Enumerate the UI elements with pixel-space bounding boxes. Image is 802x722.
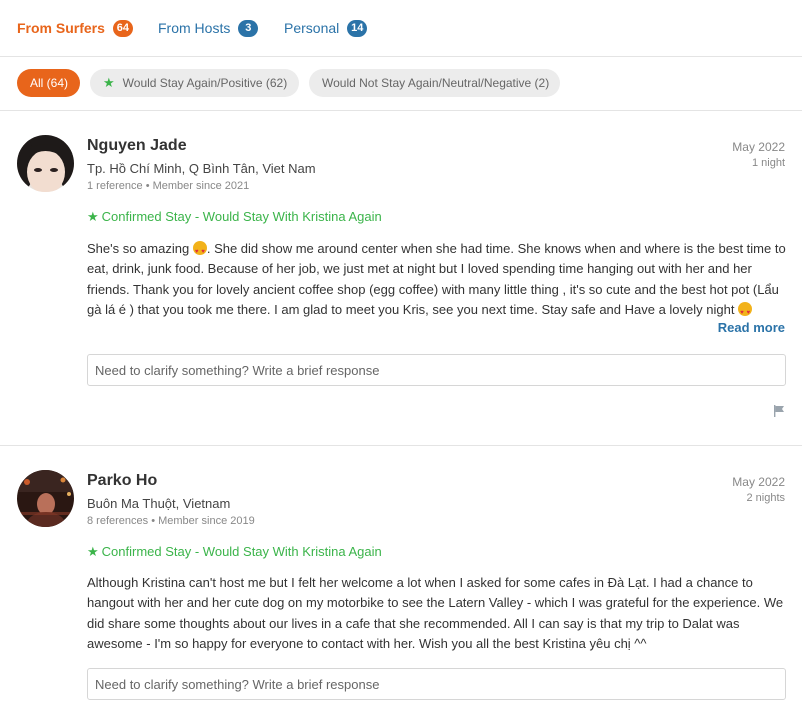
response-input[interactable] — [87, 668, 786, 700]
tab-count-badge: 64 — [112, 19, 133, 37]
tab-from-surfers[interactable]: From Surfers 64 — [17, 19, 133, 37]
filter-positive-button[interactable]: ★ Would Stay Again/Positive (62) — [90, 69, 299, 97]
avatar[interactable] — [17, 135, 74, 192]
member-meta: 8 references • Member since 2019 — [87, 515, 255, 527]
reference-text-part: She's so amazing — [87, 241, 190, 256]
star-icon: ★ — [87, 209, 99, 224]
reference-text: She's so amazing . She did show me aroun… — [87, 239, 790, 323]
confirmed-stay-text: Confirmed Stay - Would Stay With Kristin… — [101, 209, 382, 224]
reference-card: Parko Ho Buôn Ma Thuột, Vietnam 8 refere… — [0, 446, 802, 722]
reference-card: Nguyen Jade Tp. Hồ Chí Minh, Q Bình Tân,… — [0, 111, 802, 446]
member-meta: 1 reference • Member since 2021 — [87, 180, 250, 192]
reference-date: May 2022 — [732, 140, 785, 154]
flag-icon[interactable] — [773, 404, 785, 417]
heart-eyes-emoji-icon — [192, 241, 207, 262]
tab-label: From Hosts — [158, 20, 231, 36]
filter-all-button[interactable]: All (64) — [17, 69, 80, 97]
read-more-link[interactable]: Read more — [718, 320, 785, 335]
confirmed-stay-text: Confirmed Stay - Would Stay With Kristin… — [101, 544, 382, 559]
filter-label: All (64) — [30, 76, 69, 90]
avatar[interactable] — [17, 470, 74, 527]
filter-negative-button[interactable]: Would Not Stay Again/Neutral/Negative (2… — [309, 69, 560, 97]
tab-label: Personal — [284, 20, 340, 36]
confirmed-stay-label: ★ Confirmed Stay - Would Stay With Kristi… — [87, 209, 382, 225]
tab-count-badge: 14 — [347, 19, 368, 37]
stay-duration: 1 night — [751, 157, 785, 169]
filter-label: Would Not Stay Again/Neutral/Negative (2… — [322, 76, 550, 90]
filter-label: Would Stay Again/Positive (62) — [122, 76, 288, 90]
tab-count-badge: 3 — [238, 19, 259, 37]
member-name-link[interactable]: Nguyen Jade — [87, 137, 187, 155]
reference-date: May 2022 — [732, 475, 785, 489]
member-name-link[interactable]: Parko Ho — [87, 472, 157, 490]
heart-eyes-emoji-icon — [738, 301, 753, 323]
confirmed-stay-label: ★ Confirmed Stay - Would Stay With Kristi… — [87, 544, 382, 560]
tab-personal[interactable]: Personal 14 — [284, 19, 368, 37]
stay-duration: 2 nights — [746, 492, 785, 504]
response-input[interactable] — [87, 354, 786, 386]
member-location: Tp. Hồ Chí Minh, Q Bình Tân, Viet Nam — [87, 161, 316, 176]
filter-bar: All (64) ★ Would Stay Again/Positive (62… — [0, 57, 802, 111]
reference-text: Although Kristina can't host me but I fe… — [87, 575, 784, 651]
tab-label: From Surfers — [17, 20, 105, 36]
star-icon: ★ — [103, 75, 115, 90]
reference-tabs: From Surfers 64 From Hosts 3 Personal 14 — [0, 0, 802, 57]
tab-from-hosts[interactable]: From Hosts 3 — [158, 19, 259, 37]
star-icon: ★ — [87, 544, 99, 559]
reference-text-part: . She did show me around center when she… — [87, 241, 786, 317]
member-location: Buôn Ma Thuột, Vietnam — [87, 496, 231, 511]
